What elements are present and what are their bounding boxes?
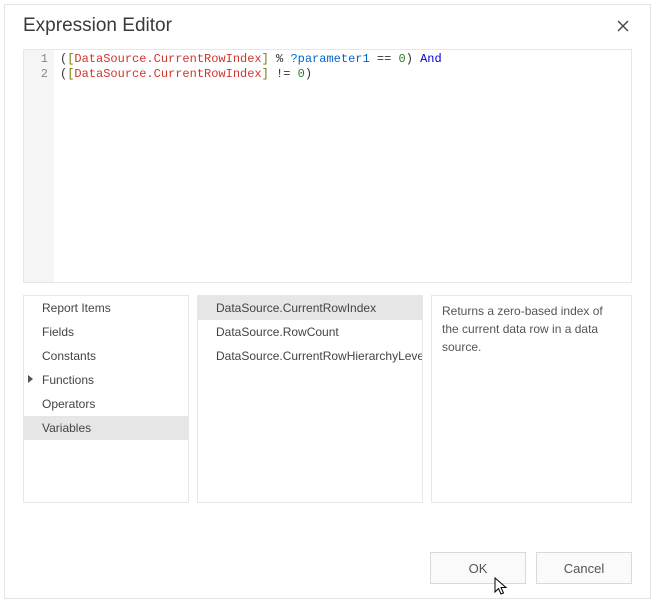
code-gutter: 12 (24, 50, 54, 282)
close-button[interactable] (612, 15, 634, 37)
dialog-content: 12 ([DataSource.CurrentRowIndex] % ?para… (5, 49, 650, 542)
category-label: Constants (42, 349, 96, 363)
caret-right-icon (28, 375, 33, 383)
category-item[interactable]: Constants (24, 344, 188, 368)
member-list[interactable]: DataSource.CurrentRowIndexDataSource.Row… (197, 295, 423, 503)
code-line[interactable]: ([DataSource.CurrentRowIndex] != 0) (60, 67, 625, 82)
member-item[interactable]: DataSource.RowCount (198, 320, 422, 344)
member-item[interactable]: DataSource.CurrentRowHierarchyLevel (198, 344, 422, 368)
dialog-header: Expression Editor (5, 5, 650, 49)
category-label: Functions (42, 373, 94, 387)
code-line[interactable]: ([DataSource.CurrentRowIndex] % ?paramet… (60, 52, 625, 67)
code-area[interactable]: ([DataSource.CurrentRowIndex] % ?paramet… (54, 50, 631, 282)
category-item[interactable]: Variables (24, 416, 188, 440)
ok-button[interactable]: OK (430, 552, 526, 584)
line-number: 1 (24, 52, 48, 67)
cancel-button[interactable]: Cancel (536, 552, 632, 584)
description-pane: Returns a zero-based index of the curren… (431, 295, 632, 503)
category-label: Variables (42, 421, 91, 435)
dialog-footer: OK Cancel (5, 542, 650, 598)
category-item[interactable]: Fields (24, 320, 188, 344)
category-item[interactable]: Report Items (24, 296, 188, 320)
category-label: Fields (42, 325, 74, 339)
category-label: Report Items (42, 301, 111, 315)
category-list[interactable]: Report Items Fields Constants Functions Oper… (23, 295, 189, 503)
cursor-icon (493, 577, 511, 597)
line-number: 2 (24, 67, 48, 82)
category-item[interactable]: Operators (24, 392, 188, 416)
member-item[interactable]: DataSource.CurrentRowIndex (198, 296, 422, 320)
helper-panes: Report Items Fields Constants Functions Oper… (23, 295, 632, 503)
close-icon (617, 20, 629, 32)
expression-editor-dialog: Expression Editor 12 ([DataSource.Curren… (4, 4, 651, 599)
dialog-title: Expression Editor (23, 15, 612, 37)
category-label: Operators (42, 397, 95, 411)
category-item[interactable]: Functions (24, 368, 188, 392)
code-editor[interactable]: 12 ([DataSource.CurrentRowIndex] % ?para… (23, 49, 632, 283)
